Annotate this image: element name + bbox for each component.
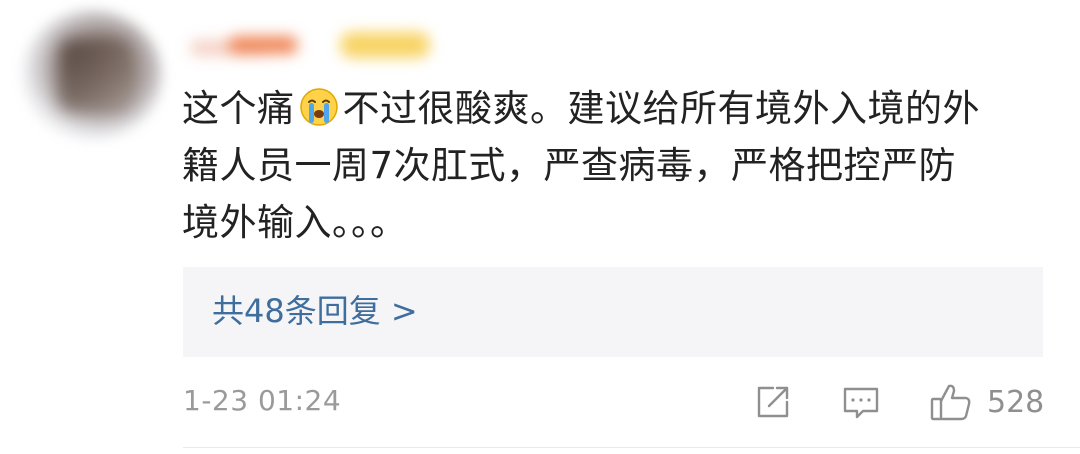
comment-footer: 1-23 01:24 528 <box>183 378 1044 428</box>
replies-box[interactable]: 共48条回复 > <box>183 267 1043 357</box>
comment-line-1: 这个痛 不过很酸爽。建议给所有境外入境的外 <box>182 86 980 130</box>
share-button[interactable] <box>753 382 793 422</box>
comment-line-3: 境外输入。。。 <box>182 201 408 244</box>
like-button[interactable]: 528 <box>929 382 1044 422</box>
thumbs-up-icon <box>929 382 973 422</box>
view-replies-link[interactable]: 共48条回复 > <box>212 289 418 333</box>
comment-line-2: 籍人员一周7次肛式，严查病毒，严格把控严防 <box>182 144 957 187</box>
comment-text: 这个痛 不过很酸爽。建议给所有境外入境的外 籍人员一周7次肛式，严查病毒，严格把… <box>182 80 1042 251</box>
username[interactable] <box>190 22 440 72</box>
timestamp: 1-23 01:24 <box>183 384 342 417</box>
divider <box>183 447 1080 448</box>
like-count: 528 <box>987 384 1045 420</box>
avatar-image <box>60 40 130 110</box>
share-icon <box>753 382 793 422</box>
comment-button[interactable] <box>841 382 881 422</box>
crying-face-icon <box>299 86 339 126</box>
comment-icon <box>841 382 881 422</box>
